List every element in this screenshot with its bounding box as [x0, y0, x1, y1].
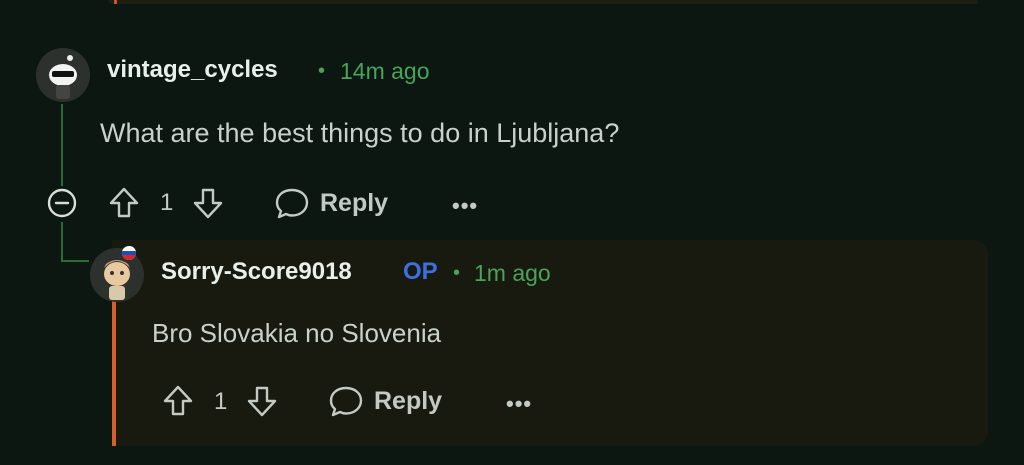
avatar-icon [36, 48, 90, 102]
speech-bubble-icon [329, 386, 363, 417]
speech-bubble-icon [275, 188, 309, 219]
separator-dot: • [453, 262, 461, 284]
reply-connector-line [61, 222, 63, 262]
downvote-arrow-icon [247, 386, 277, 417]
reply-body: Bro Slovakia no Slovenia [152, 318, 442, 348]
upvote-arrow-icon [109, 187, 139, 218]
op-badge: OP [403, 258, 438, 285]
comment-timestamp: 14m ago [340, 58, 430, 84]
reply-avatar[interactable] [90, 248, 144, 302]
reply-connector-curve [61, 260, 89, 262]
upvote-button[interactable] [108, 186, 140, 220]
previous-comment-accent [114, 0, 117, 4]
vote-count: 1 [214, 388, 228, 415]
reply-label: Reply [320, 188, 389, 217]
downvote-button[interactable] [192, 186, 224, 220]
reply-label: Reply [374, 386, 443, 415]
reply-button[interactable]: Reply [274, 186, 388, 220]
flag-badge-icon [122, 246, 136, 260]
comment-thread: vintage_cycles • 14m ago What are the be… [0, 0, 1024, 465]
thread-line [61, 104, 63, 186]
reply-accent-bar [112, 296, 116, 446]
downvote-button[interactable] [246, 384, 278, 418]
reply-timestamp: 1m ago [474, 260, 551, 286]
collapse-button[interactable] [47, 188, 77, 218]
reply-username[interactable]: Sorry-Score9018 [161, 258, 352, 286]
upvote-button[interactable] [162, 384, 194, 418]
previous-comment-edge [108, 0, 978, 4]
more-options-button[interactable]: ••• [506, 391, 532, 417]
avatar-icon [90, 248, 144, 302]
comment-username[interactable]: vintage_cycles [107, 56, 278, 84]
comment-body: What are the best things to do in Ljublj… [100, 118, 620, 148]
collapse-minus-icon [47, 188, 77, 218]
reply-button[interactable]: Reply [328, 384, 442, 418]
upvote-arrow-icon [163, 385, 193, 416]
vote-count: 1 [160, 189, 174, 216]
downvote-arrow-icon [193, 188, 223, 219]
more-options-button[interactable]: ••• [452, 193, 478, 219]
avatar[interactable] [36, 48, 90, 102]
separator-dot: • [318, 60, 326, 82]
